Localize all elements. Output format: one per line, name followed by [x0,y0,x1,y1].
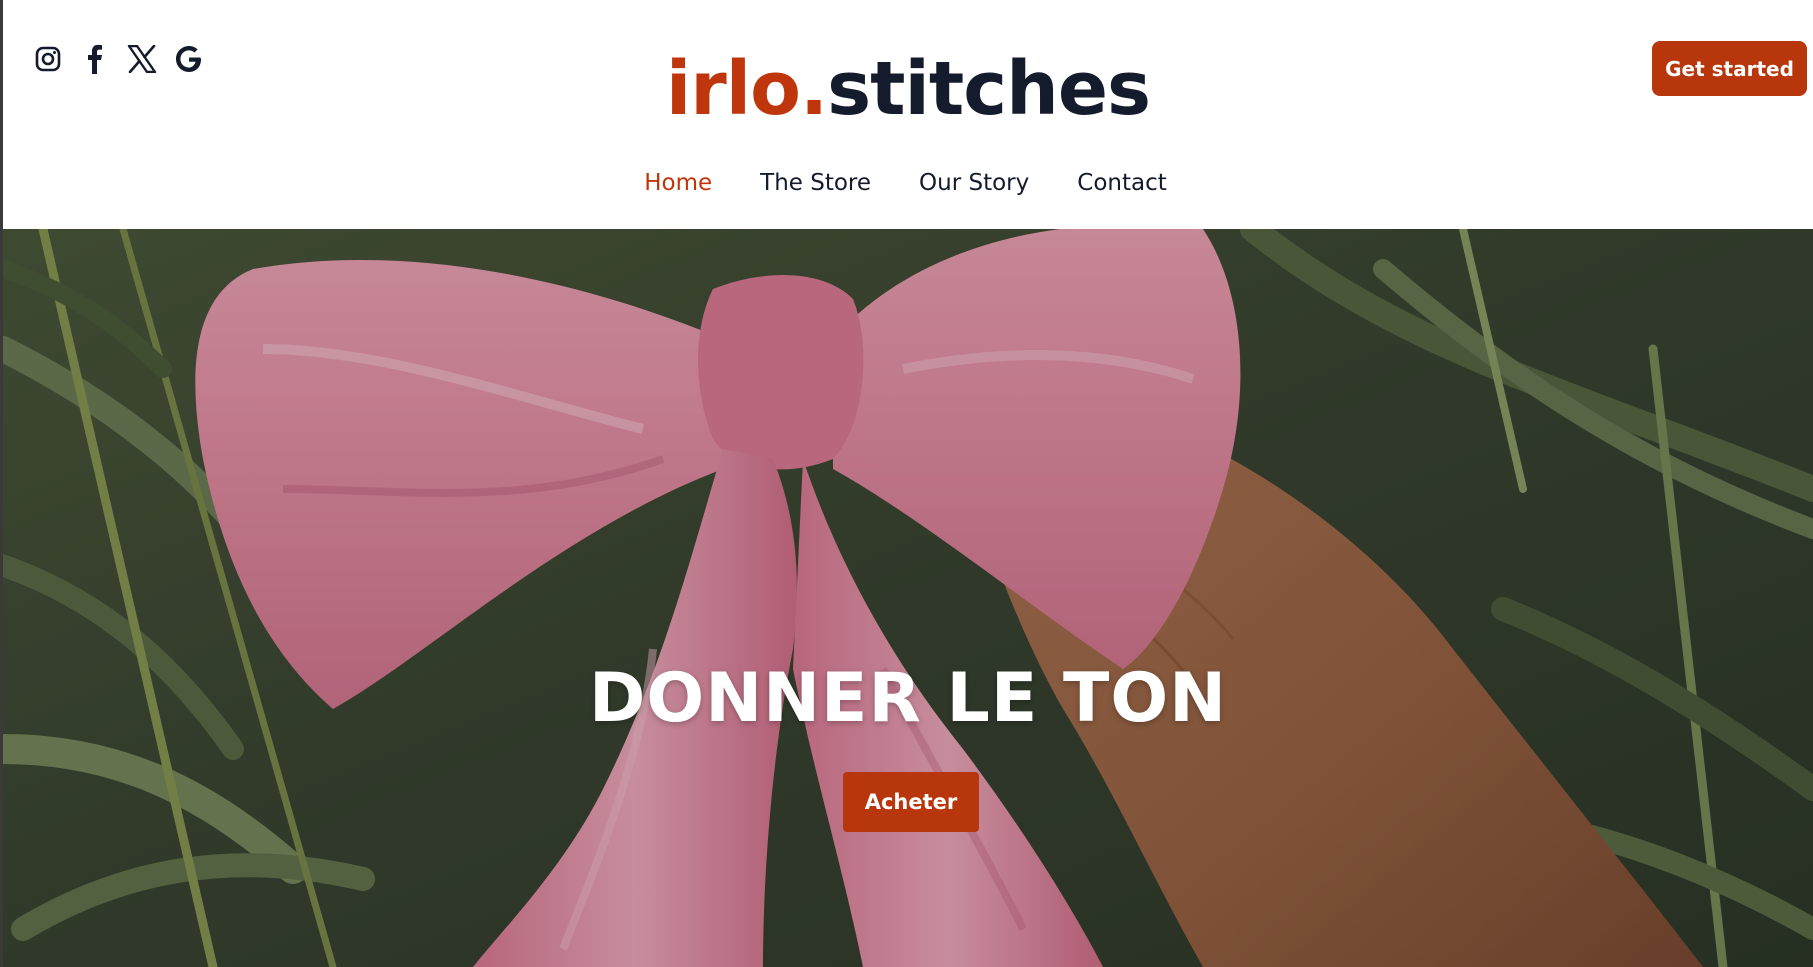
logo-dot: . [800,46,828,132]
nav-item-home[interactable]: Home [644,170,712,196]
hero-overlay [3,229,1813,967]
nav-item-contact[interactable]: Contact [1077,170,1166,196]
page: irlo.stitches Get started Home The Store… [0,0,1813,967]
nav-item-our-story[interactable]: Our Story [919,170,1029,196]
logo-part-stitches: stitches [827,46,1151,132]
nav-item-the-store[interactable]: The Store [760,170,871,196]
get-started-button[interactable]: Get started [1652,41,1807,96]
acheter-button[interactable]: Acheter [843,772,979,832]
logo-part-irlo: irlo [665,46,801,132]
site-header: irlo.stitches Get started Home The Store… [3,0,1813,229]
main-nav: Home The Store Our Story Contact [3,170,1813,196]
hero-section: DONNER LE TON Acheter [3,229,1813,967]
site-logo[interactable]: irlo.stitches [3,44,1813,134]
hero-title: DONNER LE TON [588,659,1228,738]
